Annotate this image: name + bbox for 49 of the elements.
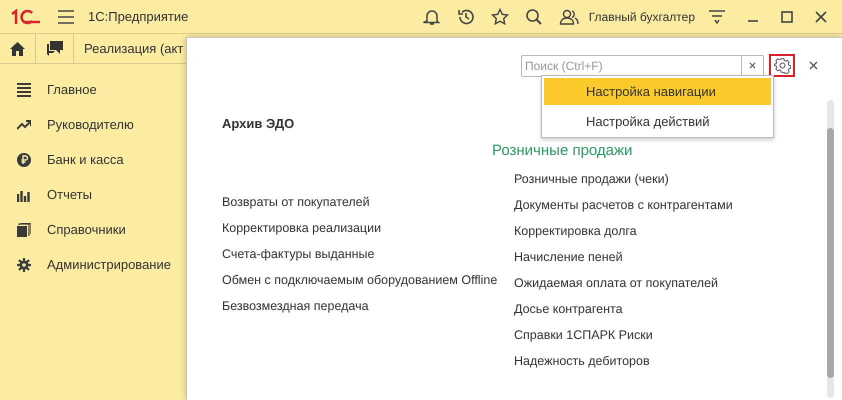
nav-link[interactable]: Начисление пеней bbox=[514, 248, 733, 274]
nav-link[interactable]: Досье контрагента bbox=[514, 300, 733, 326]
sidebar-item[interactable]: Руководителю bbox=[47, 114, 134, 134]
users-icon[interactable] bbox=[558, 8, 579, 26]
nav-link[interactable]: Возвраты от покупателей bbox=[222, 193, 514, 219]
sidebar-item[interactable]: Администрирование bbox=[47, 254, 171, 274]
settings-button[interactable] bbox=[769, 54, 795, 77]
open-tab[interactable]: Реализация (акт bbox=[74, 34, 185, 63]
nav-link[interactable]: Счета-фактуры выданные bbox=[222, 245, 514, 271]
nav-link[interactable]: Справки 1СПАРК Риски bbox=[514, 326, 733, 352]
history-icon[interactable] bbox=[456, 8, 475, 26]
gear-icon bbox=[17, 258, 31, 272]
section-heading: Розничные продажи bbox=[492, 141, 634, 161]
nav-link[interactable]: Ожидаемая оплата от покупателей bbox=[514, 274, 733, 300]
trend-icon bbox=[17, 118, 31, 132]
chat-icon bbox=[46, 41, 62, 56]
nav-link[interactable]: Корректировка реализации bbox=[222, 219, 514, 245]
ruble-icon bbox=[17, 152, 31, 166]
scrollbar[interactable] bbox=[827, 100, 834, 398]
logo-icon bbox=[10, 8, 42, 24]
search-field[interactable]: Поиск (Ctrl+F) bbox=[521, 54, 742, 76]
books-icon bbox=[17, 222, 31, 236]
star-icon[interactable] bbox=[490, 8, 509, 26]
bell-icon[interactable] bbox=[422, 8, 441, 26]
sidebar-item[interactable]: Отчеты bbox=[47, 184, 92, 204]
home-icon bbox=[10, 42, 25, 56]
dropdown-icon[interactable] bbox=[709, 10, 725, 24]
settings-icon bbox=[774, 57, 790, 74]
close-icon[interactable] bbox=[815, 10, 827, 22]
nav-link[interactable]: Розничные продажи (чеки) bbox=[514, 170, 733, 196]
search-icon[interactable] bbox=[524, 8, 543, 26]
maximize-icon[interactable] bbox=[781, 10, 793, 22]
nav-link[interactable]: Обмен с подключаемым оборудованием Offline bbox=[222, 271, 514, 297]
menu-icon[interactable] bbox=[58, 10, 74, 24]
user-name[interactable]: Главный бухгалтер bbox=[588, 8, 695, 26]
nav-link[interactable]: Безвозмездная передача bbox=[222, 297, 514, 323]
list-icon bbox=[17, 82, 31, 96]
close-icon[interactable] bbox=[809, 61, 818, 70]
nav-link[interactable]: Корректировка долга bbox=[514, 222, 733, 248]
clear-icon bbox=[749, 62, 756, 69]
nav-link[interactable]: Надежность дебиторов bbox=[514, 352, 733, 378]
sidebar-item[interactable]: Справочники bbox=[47, 220, 126, 240]
nav-link[interactable]: Документы расчетов с контрагентами bbox=[514, 196, 733, 222]
sidebar-item[interactable]: Банк и касса bbox=[47, 150, 124, 170]
clear-button[interactable] bbox=[742, 54, 764, 76]
app-title: 1С:Предприятие bbox=[88, 8, 188, 26]
sidebar-item[interactable]: Главное bbox=[47, 80, 97, 100]
section-heading: Архив ЭДО bbox=[222, 115, 296, 133]
menu-item[interactable]: Настройка навигации bbox=[544, 78, 771, 105]
